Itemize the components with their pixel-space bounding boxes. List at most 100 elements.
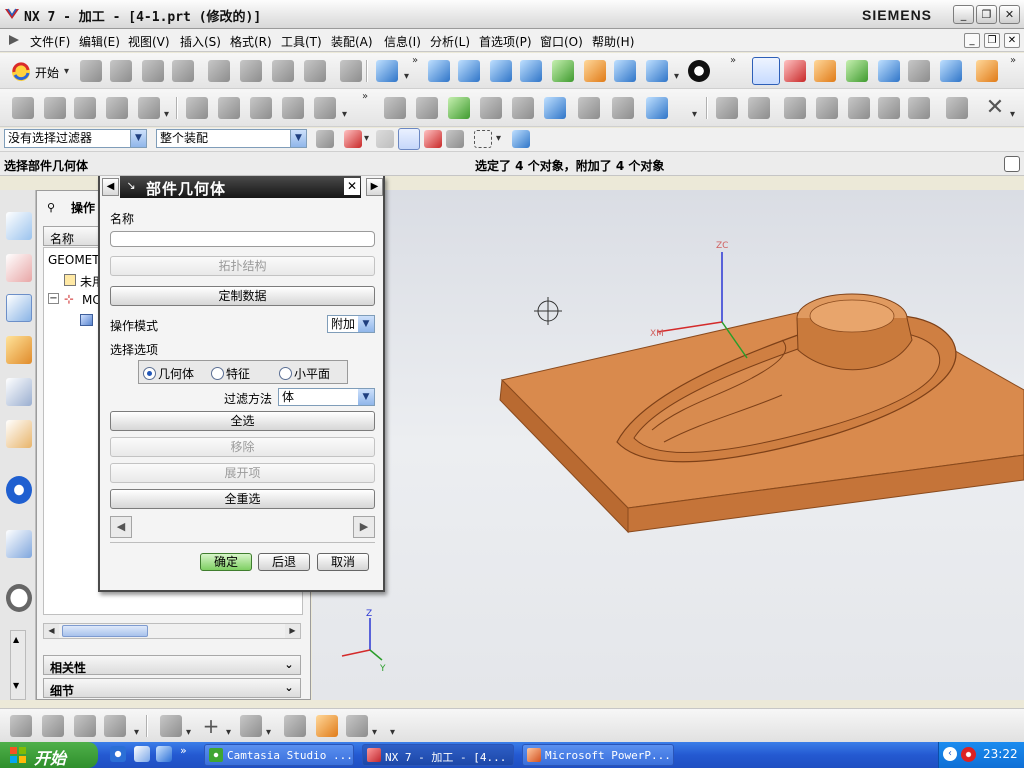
save-icon[interactable]	[142, 60, 164, 82]
shop-documentation-icon[interactable]	[314, 97, 336, 119]
dialog-back-nav-icon[interactable]: ◀	[102, 178, 119, 196]
open-folder-icon[interactable]	[110, 60, 132, 82]
snap-point-icon[interactable]	[940, 60, 962, 82]
replay-toolpath-icon[interactable]	[218, 97, 240, 119]
operation-navigator-icon[interactable]	[6, 294, 32, 322]
ok-button[interactable]: 确定	[200, 553, 252, 571]
select-faces-icon[interactable]	[398, 128, 420, 150]
quicklaunch-more-icon[interactable]: »	[180, 744, 187, 757]
create-tool-icon[interactable]	[44, 97, 66, 119]
object-info-icon[interactable]	[646, 97, 668, 119]
dialog-close-icon[interactable]: ✕	[344, 178, 360, 195]
minimize-button[interactable]: _	[953, 5, 974, 24]
orient-view-icon[interactable]	[646, 60, 668, 82]
scroll-right-icon[interactable]: ▶	[353, 516, 375, 538]
create-tool-icon[interactable]	[42, 715, 64, 737]
delete-icon[interactable]	[304, 60, 326, 82]
cancel-button[interactable]: 取消	[317, 553, 369, 571]
wcs-orient-icon[interactable]	[752, 57, 780, 85]
expand-items-button[interactable]: 展开项	[110, 463, 375, 483]
toolbar-more-icon[interactable]: »	[412, 55, 418, 66]
edit-object-display-icon[interactable]	[878, 60, 900, 82]
wcs-dynamics-icon[interactable]	[784, 60, 806, 82]
program-order-view-icon[interactable]	[384, 97, 406, 119]
reuse-library-icon[interactable]	[6, 378, 32, 406]
machining-method-view-icon[interactable]	[480, 97, 502, 119]
menu-information[interactable]: 信息(I)	[384, 33, 421, 50]
menu-insert[interactable]: 插入(S)	[180, 33, 221, 50]
assembly-navigator-icon[interactable]	[6, 212, 32, 240]
dialog-pin-icon[interactable]: ↘	[124, 179, 138, 193]
delete-toolpath-icon[interactable]: ✕	[984, 97, 1006, 119]
menu-file[interactable]: 文件(F)	[30, 33, 70, 50]
chevron-down-icon[interactable]: ▾	[364, 133, 369, 144]
scroll-down-icon[interactable]: ▼	[13, 681, 19, 690]
chevron-down-icon[interactable]: ▾	[266, 727, 271, 738]
rectangle-select-icon[interactable]	[474, 130, 492, 148]
radio-feature[interactable]: 特征	[211, 365, 250, 382]
sew-icon[interactable]	[316, 715, 338, 737]
measure-icon[interactable]	[976, 60, 998, 82]
undo-selection-icon[interactable]	[376, 130, 394, 148]
reselect-all-button[interactable]: 全重选	[110, 489, 375, 509]
operation-list-icon[interactable]	[512, 97, 534, 119]
generate-toolpath-icon[interactable]	[186, 97, 208, 119]
postprocess-icon[interactable]	[282, 97, 304, 119]
render-style-icon[interactable]	[688, 60, 710, 82]
command-finder-icon[interactable]	[376, 60, 398, 82]
tray-collapse-icon[interactable]: ‹	[943, 747, 957, 761]
create-method-icon[interactable]	[106, 97, 128, 119]
datum-plane-icon[interactable]	[240, 715, 262, 737]
operation-mode-dropdown[interactable]: 附加 ▼	[327, 315, 375, 333]
pin-icon[interactable]: ⚲	[47, 201, 55, 214]
dialog-forward-nav-icon[interactable]: ▶	[366, 178, 383, 196]
chevron-down-icon[interactable]: ▾	[186, 727, 191, 738]
menu-preferences[interactable]: 首选项(P)	[479, 33, 532, 50]
feature-operation-icon[interactable]	[716, 97, 738, 119]
new-file-icon[interactable]	[80, 60, 102, 82]
cutter-path-icon[interactable]	[878, 97, 900, 119]
chevron-down-icon[interactable]: ▾	[390, 727, 395, 738]
full-screen-icon[interactable]	[1004, 156, 1020, 172]
info-icon[interactable]	[6, 476, 32, 504]
taskbar-item-camtasia[interactable]: Camtasia Studio ...	[204, 744, 354, 766]
menu-edit[interactable]: 编辑(E)	[79, 33, 120, 50]
media-player-icon[interactable]	[156, 746, 172, 762]
create-method-icon[interactable]	[104, 715, 126, 737]
print-icon[interactable]	[172, 60, 194, 82]
taskbar-item-nx[interactable]: NX 7 - 加工 - [4...	[362, 744, 514, 766]
verify-toolpath-icon[interactable]	[250, 97, 272, 119]
topology-button[interactable]: 拓扑结构	[110, 256, 375, 276]
machine-tool-navigator-icon[interactable]	[6, 336, 32, 364]
restore-button[interactable]: ❐	[976, 5, 997, 24]
block-icon[interactable]	[908, 97, 930, 119]
scroll-up-icon[interactable]: ▲	[13, 635, 19, 644]
snap-settings-icon[interactable]	[344, 130, 362, 148]
type-filter-dropdown[interactable]: 没有选择过滤器 ▼	[4, 129, 147, 148]
scroll-thumb[interactable]	[62, 625, 148, 637]
perspective-icon[interactable]	[614, 60, 636, 82]
show-all-icon[interactable]	[512, 130, 530, 148]
chevron-down-icon[interactable]: ▾	[134, 727, 139, 738]
dialog-titlebar[interactable]: ◀ ↘ 部件几何体 ✕ ▶	[100, 176, 387, 198]
chevron-down-icon[interactable]: ▾	[404, 71, 409, 82]
layer-settings-icon[interactable]	[814, 60, 836, 82]
graphics-window[interactable]: ZC XM Z Y	[312, 190, 1024, 700]
mdi-minimize-button[interactable]: _	[964, 33, 980, 48]
menu-assemblies[interactable]: 装配(A)	[331, 33, 373, 50]
chevron-down-icon[interactable]: ▾	[226, 727, 231, 738]
filter-method-dropdown[interactable]: 体 ▼	[278, 388, 375, 406]
paste-icon[interactable]	[272, 60, 294, 82]
resource-bar-scroll[interactable]: ▲ ▼	[10, 630, 26, 700]
undo-icon[interactable]	[340, 60, 362, 82]
chevron-down-icon[interactable]: ▾	[674, 71, 679, 82]
rotate-icon[interactable]	[552, 60, 574, 82]
select-body-icon[interactable]	[446, 130, 464, 148]
scroll-left-icon[interactable]: ◀	[110, 516, 132, 538]
start-menu-button[interactable]: 开始 ▾	[8, 60, 72, 84]
dependencies-section[interactable]: 相关性 ⌄	[43, 655, 301, 675]
create-geometry-icon[interactable]	[74, 97, 96, 119]
tool-probe-icon[interactable]	[848, 97, 870, 119]
cut-icon[interactable]	[208, 60, 230, 82]
geometry-view-icon[interactable]	[448, 97, 470, 119]
